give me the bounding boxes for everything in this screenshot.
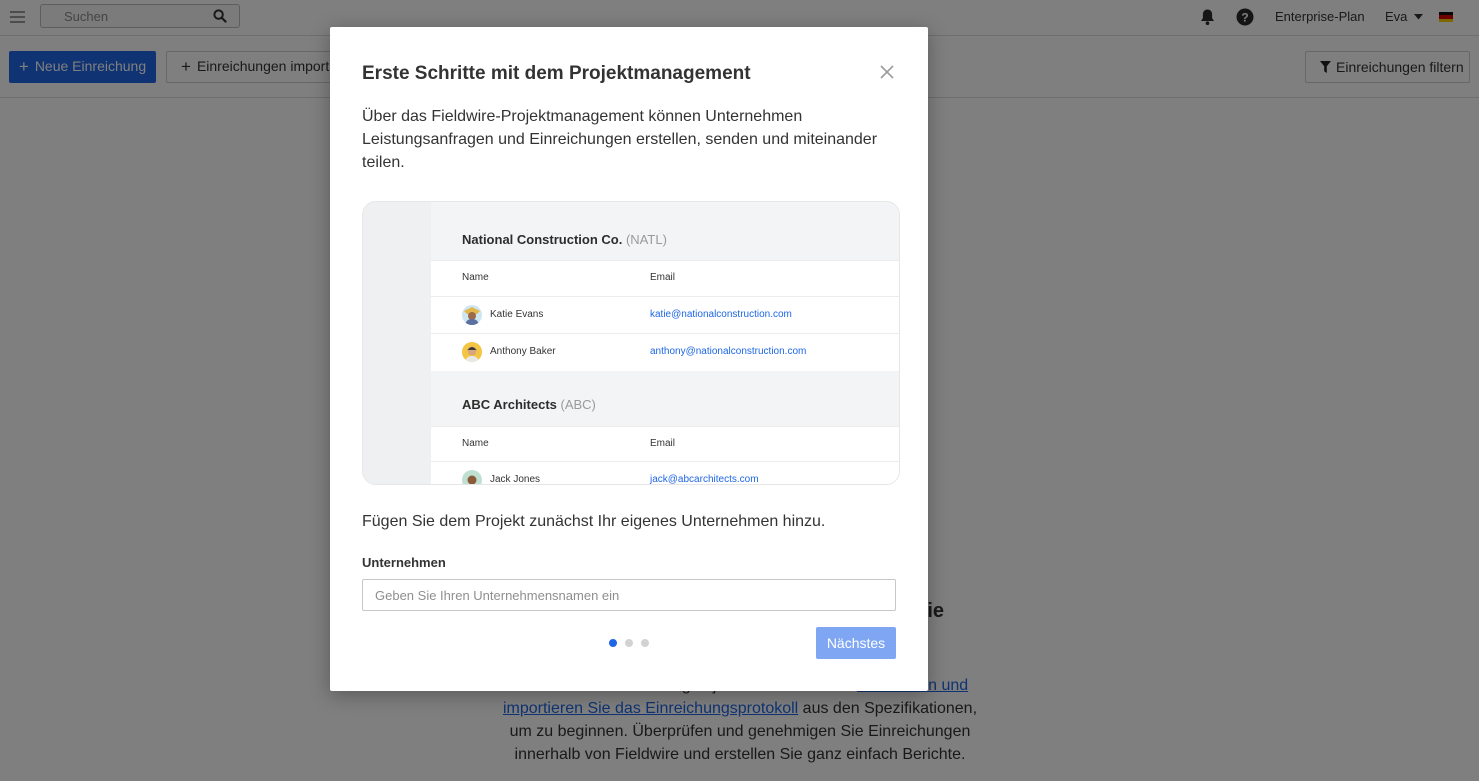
member-email: katie@nationalconstruction.com [650,309,792,320]
company-name: National Construction Co. (NATL) [462,232,667,247]
company-header: National Construction Co. (NATL) [431,202,899,260]
member-name: Katie Evans [490,309,544,320]
company-members-table: Name Email Katie Evans katie@nationalcon… [431,260,899,371]
col-name-header: Name [462,272,489,283]
member-name: Jack Jones [490,474,541,485]
company-name-input[interactable] [362,579,896,611]
company-name-text: National Construction Co. [462,232,623,247]
pagination-dot-2[interactable] [625,639,633,647]
close-icon[interactable] [876,61,898,83]
member-email: jack@abcarchitects.com [650,474,759,485]
member-email: anthony@nationalconstruction.com [650,346,807,357]
illustration-sidebar [363,202,431,484]
company-name: ABC Architects (ABC) [462,397,596,412]
avatar [462,305,482,325]
avatar [462,470,482,484]
member-name: Anthony Baker [490,346,556,357]
company-header: ABC Architects (ABC) [431,371,899,426]
avatar [462,342,482,362]
step-instruction: Fügen Sie dem Projekt zunächst Ihr eigen… [362,513,826,530]
company-name-text: ABC Architects [462,397,557,412]
company-code: (ABC) [560,397,596,412]
col-name-header: Name [462,438,489,449]
pagination-dot-3[interactable] [641,639,649,647]
pagination-dot-1[interactable] [609,639,617,647]
col-email-header: Email [650,272,676,283]
modal-title: Erste Schritte mit dem Projektmanagement [362,63,751,84]
onboarding-modal: Erste Schritte mit dem Projektmanagement… [330,27,928,691]
company-field-label: Unternehmen [362,555,446,570]
next-button[interactable]: Nächstes [816,627,896,659]
company-code: (NATL) [625,232,667,247]
companies-illustration: National Construction Co. (NATL) Name Em… [362,201,900,485]
modal-description: Über das Fieldwire-Projektmanagement kön… [362,108,878,171]
col-email-header: Email [650,438,676,449]
company-members-table: Name Email Jack Jones jack@abcarchitects… [431,426,899,485]
